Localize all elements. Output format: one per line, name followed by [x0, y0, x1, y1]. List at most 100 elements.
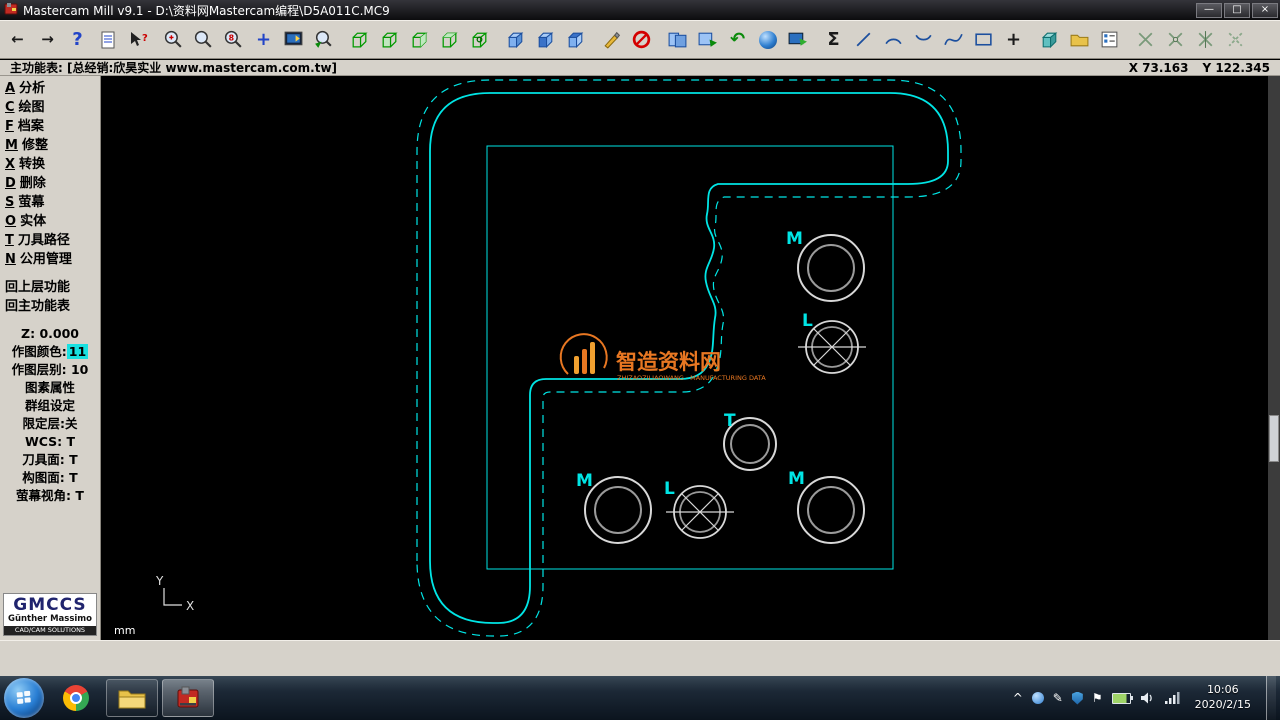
- hole-group-m2[interactable]: [585, 477, 651, 543]
- draw-color-field[interactable]: 作图颜色:11: [0, 343, 100, 361]
- network-icon[interactable]: [1164, 691, 1180, 705]
- groups-button[interactable]: 群组设定: [0, 397, 100, 415]
- sidebar-item-create[interactable]: C绘图: [0, 98, 100, 117]
- close-button[interactable]: ×: [1252, 3, 1278, 18]
- divide-button[interactable]: [1221, 24, 1250, 55]
- action-center-icon[interactable]: ⚑: [1092, 692, 1103, 704]
- clear-colors-button[interactable]: [597, 24, 626, 55]
- sidebar-item-screen[interactable]: S萤幕: [0, 193, 100, 212]
- op-list-button[interactable]: [1095, 24, 1124, 55]
- gview-side-button[interactable]: [405, 24, 434, 55]
- cplane-side-button[interactable]: [561, 24, 590, 55]
- create-rectangle-button[interactable]: [969, 24, 998, 55]
- tray-app-icon[interactable]: [1032, 692, 1044, 704]
- monitor-arrow-icon: [787, 29, 808, 50]
- taskbar-mastercam-button[interactable]: [162, 679, 214, 717]
- file-list-button[interactable]: [93, 24, 122, 55]
- volume-icon[interactable]: [1140, 691, 1155, 705]
- sidebar-item-delete[interactable]: D删除: [0, 174, 100, 193]
- create-line-button[interactable]: [849, 24, 878, 55]
- create-arc-button[interactable]: [879, 24, 908, 55]
- repaint-button[interactable]: [279, 24, 308, 55]
- back-button[interactable]: ←: [3, 24, 32, 55]
- shade-button[interactable]: [753, 24, 782, 55]
- screen-redraw-button[interactable]: [783, 24, 812, 55]
- sidebar-item-nc-utils[interactable]: N公用管理: [0, 250, 100, 269]
- prompt-area[interactable]: [0, 640, 1280, 676]
- toolplane-field[interactable]: 刀具面: T: [0, 451, 100, 469]
- svg-text:8: 8: [229, 34, 234, 43]
- attributes-button[interactable]: 图素属性: [0, 379, 100, 397]
- maximize-button[interactable]: □: [1224, 3, 1250, 18]
- gview-top-button[interactable]: [345, 24, 374, 55]
- mastercam-app-icon[interactable]: [4, 2, 18, 19]
- hole-label: M: [786, 229, 803, 249]
- zoom-previous-button[interactable]: [309, 24, 338, 55]
- trim-2-button[interactable]: [1161, 24, 1190, 55]
- pan-button[interactable]: +: [249, 24, 278, 55]
- gview-front-button[interactable]: [375, 24, 404, 55]
- trim-1-button[interactable]: [1131, 24, 1160, 55]
- backup-menu-button[interactable]: 回上层功能: [0, 278, 100, 297]
- vertical-scrollbar[interactable]: [1268, 76, 1280, 640]
- mask-level-field[interactable]: 限定层:关: [0, 415, 100, 433]
- cplane-top-button[interactable]: [501, 24, 530, 55]
- show-desktop-button[interactable]: [1266, 676, 1276, 720]
- forward-button[interactable]: →: [33, 24, 62, 55]
- fillet-arc-icon: [913, 29, 934, 50]
- battery-icon[interactable]: [1112, 693, 1131, 704]
- help-button[interactable]: ?: [63, 24, 92, 55]
- title-bar: Mastercam Mill v9.1 - D:\资料网Mastercam编程\…: [0, 0, 1280, 20]
- hole-group-m3[interactable]: [798, 477, 864, 543]
- trim-3-button[interactable]: [1191, 24, 1220, 55]
- pen-input-icon[interactable]: ✎: [1053, 692, 1063, 704]
- delete-entities-button[interactable]: [627, 24, 656, 55]
- create-fillet-button[interactable]: [909, 24, 938, 55]
- gview-iso-button[interactable]: [435, 24, 464, 55]
- operations-manager-button[interactable]: [1065, 24, 1094, 55]
- analyze-sigma-button[interactable]: Σ: [819, 24, 848, 55]
- main-menu-button[interactable]: 回主功能表: [0, 297, 100, 316]
- cplane-field[interactable]: 构图面: T: [0, 469, 100, 487]
- zoom-scale-button[interactable]: 8: [219, 24, 248, 55]
- minimize-button[interactable]: —: [1196, 3, 1222, 18]
- cad-drawing[interactable]: M L T M L M 智造资料网 ZHIZAOZILIAOWANG · MAN…: [102, 76, 1268, 640]
- create-point-button[interactable]: +: [999, 24, 1028, 55]
- taskbar-clock[interactable]: 10:06 2020/2/15: [1189, 683, 1257, 713]
- wire-cube-icon: [349, 29, 370, 50]
- hidden-icons-button[interactable]: ^: [1013, 692, 1023, 704]
- taskbar-explorer-button[interactable]: [106, 679, 158, 717]
- line-icon: [853, 29, 874, 50]
- zoom-window-button[interactable]: [159, 24, 188, 55]
- zoom-back-icon: [313, 29, 334, 50]
- graphics-workspace[interactable]: M L T M L M 智造资料网 ZHIZAOZILIAOWANG · MAN…: [102, 76, 1268, 640]
- z-depth-field[interactable]: Z: 0.000: [0, 325, 100, 343]
- hole-group-m1[interactable]: [798, 235, 864, 301]
- gview-dynamic-button[interactable]: [465, 24, 494, 55]
- watermark-subtitle: ZHIZAOZILIAOWANG · MANUFACTURING DATA: [617, 374, 766, 382]
- create-spline-button[interactable]: [939, 24, 968, 55]
- wcs-field[interactable]: WCS: T: [0, 433, 100, 451]
- scrollbar-thumb[interactable]: [1269, 415, 1279, 462]
- gview-field[interactable]: 萤幕视角: T: [0, 487, 100, 505]
- sidebar-item-modify[interactable]: M修整: [0, 136, 100, 155]
- sidebar-item-analyze[interactable]: A分析: [0, 79, 100, 98]
- zoom-target-button[interactable]: [189, 24, 218, 55]
- sidebar-item-file[interactable]: F档案: [0, 117, 100, 136]
- switch-window-button[interactable]: [693, 24, 722, 55]
- cursor-help-icon: ?: [128, 30, 148, 50]
- undo-button[interactable]: ↶: [723, 24, 752, 55]
- context-help-button[interactable]: ?: [123, 24, 152, 55]
- hole-group-l2[interactable]: [666, 486, 734, 538]
- taskbar-browser-button[interactable]: [50, 679, 102, 717]
- draw-level-field[interactable]: 作图层别: 10: [0, 361, 100, 379]
- viewports-button[interactable]: [663, 24, 692, 55]
- cplane-front-button[interactable]: [531, 24, 560, 55]
- sidebar-item-toolpaths[interactable]: T刀具路径: [0, 231, 100, 250]
- sidebar-item-solids[interactable]: O实体: [0, 212, 100, 231]
- security-shield-icon[interactable]: [1072, 692, 1083, 705]
- sidebar-item-xform[interactable]: X转换: [0, 155, 100, 174]
- start-button[interactable]: [4, 678, 44, 718]
- zoom-scale-icon: 8: [223, 29, 244, 50]
- solids-button[interactable]: [1035, 24, 1064, 55]
